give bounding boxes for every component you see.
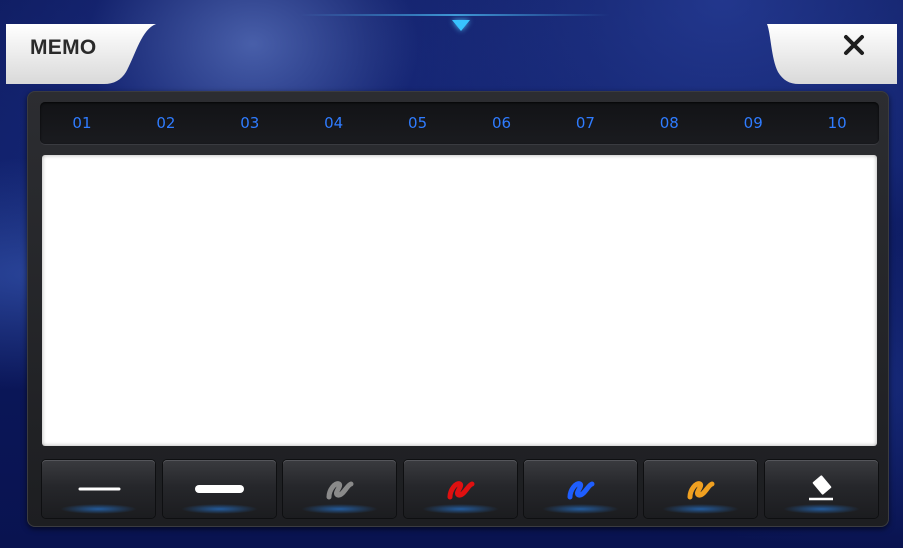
page-tab-10[interactable]: 10: [795, 114, 879, 132]
page-tab-05[interactable]: 05: [376, 114, 460, 132]
page-tab-02[interactable]: 02: [124, 114, 208, 132]
page-tab-08[interactable]: 08: [627, 114, 711, 132]
page-tab-03[interactable]: 03: [208, 114, 292, 132]
gray-pen-tool[interactable]: [283, 460, 396, 518]
orange-pen-tool[interactable]: [644, 460, 757, 518]
page-tab-06[interactable]: 06: [460, 114, 544, 132]
close-button[interactable]: [767, 24, 897, 84]
eraser-tool[interactable]: [765, 460, 878, 518]
drawing-canvas[interactable]: [42, 155, 877, 446]
page-tab-07[interactable]: 07: [543, 114, 627, 132]
red-pen-tool[interactable]: [404, 460, 517, 518]
pull-down-arrow-icon[interactable]: [452, 20, 470, 31]
page-title: MEMO: [30, 36, 97, 59]
thick-line-icon: [195, 485, 244, 493]
thick-line-tool[interactable]: [163, 460, 276, 518]
page-tab-04[interactable]: 04: [292, 114, 376, 132]
red-pen-icon: [447, 481, 475, 500]
thin-line-tool[interactable]: [42, 460, 155, 518]
thin-line-icon: [78, 487, 121, 491]
blue-pen-icon: [567, 481, 595, 500]
page-tab-09[interactable]: 09: [711, 114, 795, 132]
close-icon[interactable]: [843, 34, 865, 56]
gray-pen-icon: [326, 481, 354, 500]
page-selector: 01 02 03 04 05 06 07 08 09 10: [40, 102, 879, 144]
tool-bar: [42, 460, 878, 518]
eraser-icon: [809, 475, 833, 501]
top-glow-line: [300, 14, 610, 16]
orange-pen-icon: [687, 481, 715, 500]
page-tab-01[interactable]: 01: [40, 114, 124, 132]
blue-pen-tool[interactable]: [524, 460, 637, 518]
